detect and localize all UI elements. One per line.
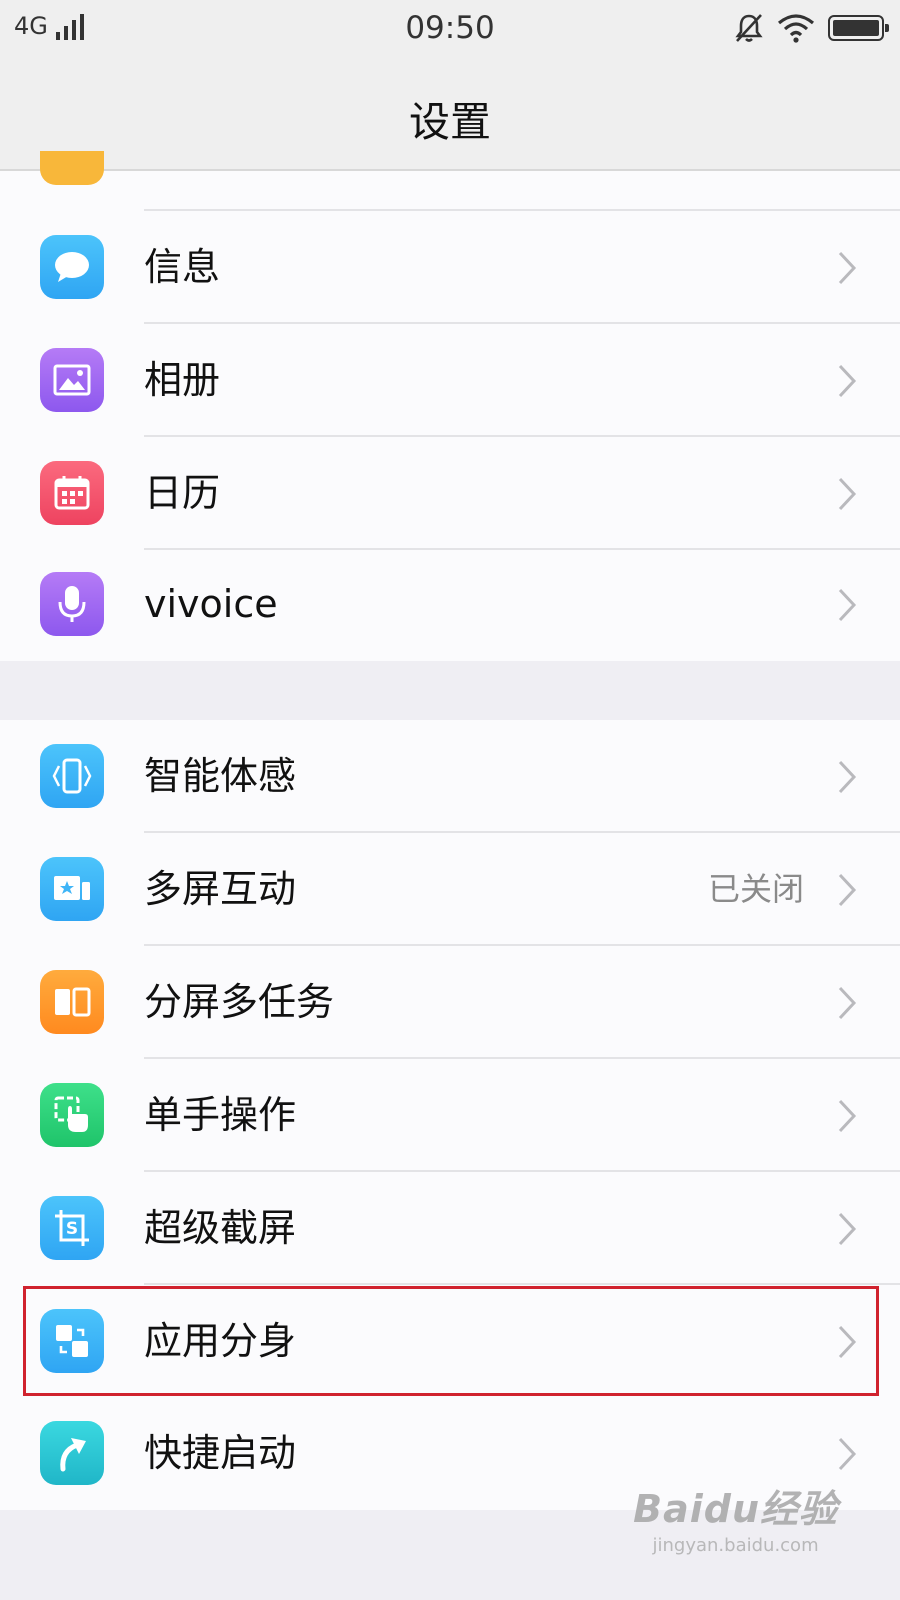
settings-item-label: 快捷启动 xyxy=(144,1431,297,1475)
watermark: Baidu经验 jingyan.baidu.com xyxy=(633,1478,838,1556)
chevron-right-icon xyxy=(838,873,857,907)
settings-item-messages[interactable]: 信息 xyxy=(0,211,900,324)
watermark-url: jingyan.baidu.com xyxy=(652,1535,819,1556)
mute-icon xyxy=(735,14,763,42)
chevron-right-icon xyxy=(838,1325,857,1359)
settings-item-calendar[interactable]: 日历 xyxy=(0,437,900,550)
nav-bar: 设置 xyxy=(0,58,900,171)
settings-group-features: 智能体感 多屏互动 已关闭 分屏多任务 单手操作 S 超级截屏 应用分身 快捷启… xyxy=(0,720,900,1510)
app-clone-icon xyxy=(40,1309,104,1373)
settings-item-label: 分屏多任务 xyxy=(144,980,335,1024)
chevron-right-icon xyxy=(838,1437,857,1471)
settings-item-label: 超级截屏 xyxy=(144,1206,297,1250)
one-hand-icon xyxy=(40,1083,104,1147)
photo-album-icon xyxy=(40,348,104,412)
settings-item-label: 单手操作 xyxy=(144,1093,297,1137)
settings-item-vivoice[interactable]: vivoice xyxy=(0,548,900,661)
watermark-logo: Baidu经验 xyxy=(633,1487,838,1531)
chevron-right-icon xyxy=(838,760,857,794)
settings-item-split-screen[interactable]: 分屏多任务 xyxy=(0,946,900,1059)
chevron-right-icon xyxy=(838,251,857,285)
status-right xyxy=(734,12,889,44)
settings-item-label: 智能体感 xyxy=(144,754,297,798)
chevron-right-icon xyxy=(838,588,857,622)
settings-item-multi-screen[interactable]: 多屏互动 已关闭 xyxy=(0,833,900,946)
status-bar: 4G 09:50 xyxy=(0,0,900,58)
settings-item-app-clone[interactable]: 应用分身 xyxy=(0,1285,900,1398)
microphone-icon xyxy=(40,572,104,636)
settings-item-label: vivoice xyxy=(144,582,278,626)
partial-row-icon xyxy=(40,151,104,185)
battery-icon xyxy=(828,15,889,41)
settings-item-super-screenshot[interactable]: S 超级截屏 xyxy=(0,1172,900,1285)
motion-sensing-icon xyxy=(40,744,104,808)
page-title: 设置 xyxy=(409,98,491,146)
chevron-right-icon xyxy=(838,1212,857,1246)
chevron-right-icon xyxy=(838,364,857,398)
settings-item-label: 多屏互动 xyxy=(144,867,297,911)
settings-item-label: 信息 xyxy=(144,245,221,289)
svg-text:S: S xyxy=(66,1219,78,1239)
settings-item-label: 相册 xyxy=(144,358,221,402)
settings-item-motion-sensing[interactable]: 智能体感 xyxy=(0,720,900,833)
settings-item-label: 日历 xyxy=(144,471,221,515)
wifi-icon xyxy=(777,14,815,43)
settings-group-apps: 信息 相册 日历 vivoice xyxy=(0,151,900,661)
quick-launch-icon xyxy=(40,1421,104,1485)
split-screen-icon xyxy=(40,970,104,1034)
calendar-icon xyxy=(40,461,104,525)
chevron-right-icon xyxy=(838,986,857,1020)
multi-screen-icon xyxy=(40,857,104,921)
chevron-right-icon xyxy=(838,1099,857,1133)
super-screenshot-icon: S xyxy=(40,1196,104,1260)
settings-item-one-hand[interactable]: 单手操作 xyxy=(0,1059,900,1172)
message-icon xyxy=(40,235,104,299)
chevron-right-icon xyxy=(838,477,857,511)
settings-item-album[interactable]: 相册 xyxy=(0,324,900,437)
settings-item-label: 应用分身 xyxy=(144,1319,297,1363)
status-value: 已关闭 xyxy=(707,870,804,908)
